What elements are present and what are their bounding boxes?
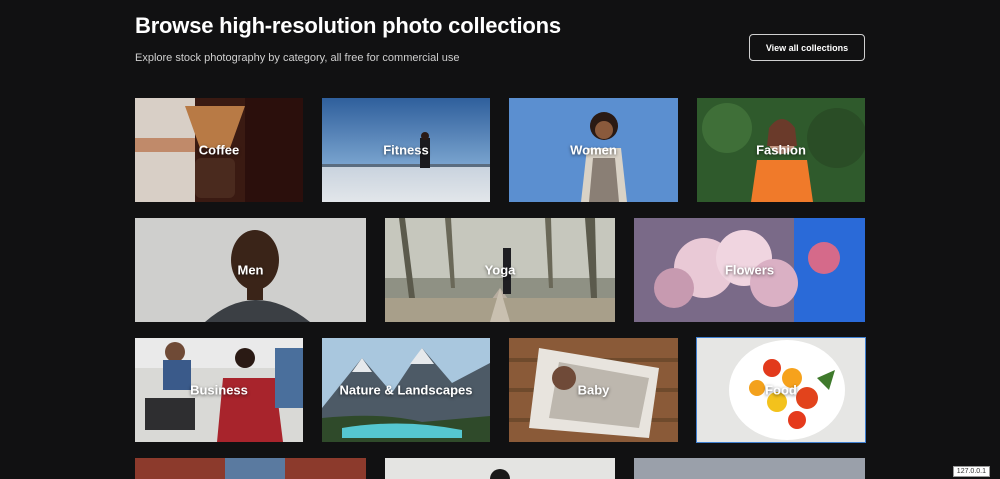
collections-page: Browse high-resolution photo collections… <box>0 0 1000 479</box>
collection-label-nature: Nature & Landscapes <box>339 382 473 398</box>
collection-label-flowers: Flowers <box>724 262 775 278</box>
collection-tile-yoga[interactable]: Yoga <box>385 218 615 322</box>
collection-tile-coffee[interactable]: Coffee <box>135 98 303 202</box>
collection-label-business: Business <box>190 382 248 398</box>
collection-tile-fashion[interactable]: Fashion <box>697 98 865 202</box>
collection-tile-nature[interactable]: Nature & Landscapes <box>322 338 490 442</box>
collection-label-coffee: Coffee <box>198 142 240 158</box>
collection-tile-baby[interactable]: Baby <box>509 338 678 442</box>
collection-tile-business[interactable]: Business <box>135 338 303 442</box>
collection-tile-partial-1[interactable] <box>135 458 366 479</box>
view-all-collections-button[interactable]: View all collections <box>749 34 865 61</box>
collection-label-food: Food <box>765 382 797 398</box>
partial-photo-2 <box>385 458 615 479</box>
collection-tile-men[interactable]: Men <box>135 218 366 322</box>
collection-label-men: Men <box>237 262 264 278</box>
partial-photo-3 <box>634 458 865 479</box>
status-badge: 127.0.0.1 <box>952 466 990 477</box>
collection-label-fitness: Fitness <box>383 142 429 158</box>
partial-photo-1 <box>135 458 366 479</box>
collection-label-women: Women <box>570 142 617 158</box>
page-title: Browse high-resolution photo collections <box>135 13 561 38</box>
collection-label-yoga: Yoga <box>484 262 516 278</box>
collection-label-baby: Baby <box>577 382 610 398</box>
collection-tile-fitness[interactable]: Fitness <box>322 98 490 202</box>
page-subtitle: Explore stock photography by category, a… <box>135 52 460 64</box>
collection-tile-flowers[interactable]: Flowers <box>634 218 865 322</box>
collection-tile-partial-2[interactable] <box>385 458 615 479</box>
collection-tile-food[interactable]: Food <box>696 337 866 443</box>
collection-tile-women[interactable]: Women <box>509 98 678 202</box>
collection-label-fashion: Fashion <box>756 142 806 158</box>
collection-tile-partial-3[interactable] <box>634 458 865 479</box>
